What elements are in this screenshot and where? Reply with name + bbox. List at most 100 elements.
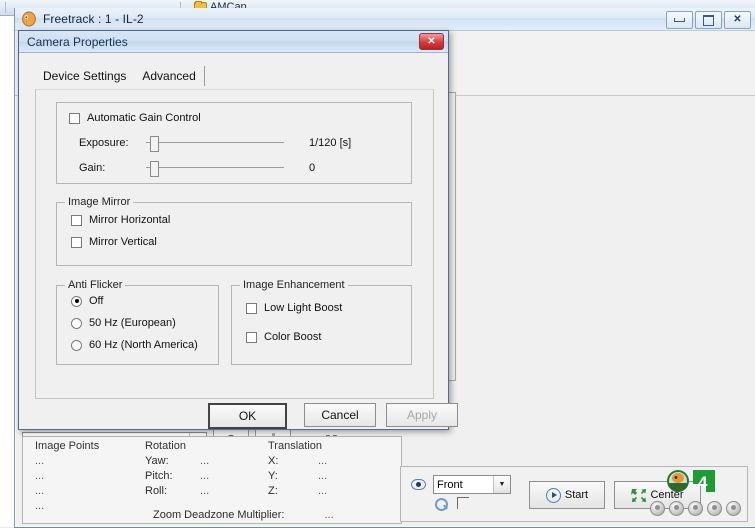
view-select[interactable]: Front ▼	[433, 475, 511, 494]
desktop-background: AMCap Freetrack : 1 - IL-2 ✕ Image Point…	[0, 0, 755, 528]
mirror-vertical-checkbox[interactable]	[71, 236, 82, 248]
auto-gain-label: Automatic Gain Control	[87, 112, 201, 124]
translation-label: Y:	[268, 470, 278, 482]
window-title: Freetrack : 1 - IL-2	[43, 12, 144, 26]
slider-thumb[interactable]	[150, 161, 159, 177]
window-controls: ✕	[666, 11, 751, 29]
play-icon	[545, 487, 561, 503]
translation-value: ...	[318, 470, 328, 482]
chevron-down-icon[interactable]: ▼	[493, 476, 510, 493]
led-indicator-row	[650, 501, 741, 516]
exposure-group: Automatic Gain Control Exposure: 1/120 […	[56, 102, 412, 184]
anti-flicker-50hz-label: 50 Hz (European)	[89, 317, 176, 329]
led-indicator	[650, 501, 665, 516]
ok-button[interactable]: OK	[208, 403, 287, 429]
translation-value: ...	[318, 485, 328, 497]
maximize-icon[interactable]	[695, 11, 722, 29]
column-header: Rotation	[145, 440, 186, 452]
exposure-value: 1/120 [s]	[309, 137, 352, 149]
color-boost-checkbox[interactable]	[246, 331, 257, 343]
tab-device-settings[interactable]: Device Settings	[35, 66, 134, 86]
color-boost-label: Color Boost	[264, 331, 322, 343]
anti-flicker-50hz-radio[interactable]	[71, 317, 82, 329]
apply-button: Apply	[386, 403, 458, 427]
column-header: Translation	[268, 440, 323, 452]
start-button[interactable]: Start	[529, 481, 605, 509]
led-indicator	[726, 501, 741, 516]
low-light-boost-label: Low Light Boost	[264, 302, 343, 314]
rotation-column: Rotation Yaw:... Pitch:... Roll:...	[145, 440, 265, 497]
image-point-value: ...	[35, 455, 45, 467]
window-titlebar[interactable]: Freetrack : 1 - IL-2 ✕	[15, 8, 755, 31]
freetrack-4-logo: 4	[665, 470, 727, 494]
tracking-data-panel: Image Points ... ... ... ... Rotation Ya…	[22, 436, 402, 524]
anti-flicker-50hz-row[interactable]: 50 Hz (European)	[71, 317, 176, 329]
mirror-horizontal-label: Mirror Horizontal	[89, 214, 171, 226]
eye-icon[interactable]	[411, 479, 426, 490]
dialog-tabs: Device Settings Advanced	[19, 61, 448, 86]
translation-column: Translation X:... Y:... Z:...	[268, 440, 388, 497]
view-select-value: Front	[437, 478, 463, 491]
low-light-boost-row[interactable]: Low Light Boost	[246, 302, 342, 314]
dialog-body: Automatic Gain Control Exposure: 1/120 […	[35, 89, 434, 399]
gain-value: 0	[309, 162, 316, 174]
image-point-value: ...	[35, 470, 45, 482]
led-indicator	[669, 501, 684, 516]
cancel-button[interactable]: Cancel	[304, 403, 376, 427]
gain-label: Gain:	[79, 162, 106, 174]
low-light-boost-checkbox[interactable]	[246, 302, 257, 314]
anti-flicker-off-radio[interactable]	[71, 295, 82, 307]
close-icon[interactable]: ✕	[419, 33, 444, 50]
image-enhancement-title: Image Enhancement	[240, 279, 348, 291]
gain-slider[interactable]	[146, 161, 284, 177]
magnifier-icon[interactable]	[435, 498, 448, 511]
crop-marker-icon	[457, 497, 469, 509]
image-enhancement-group: Image Enhancement Low Light Boost Color …	[231, 279, 412, 365]
gain-row: Gain: 0	[79, 161, 316, 177]
freetrack-head-icon	[21, 11, 37, 27]
close-icon[interactable]: ✕	[724, 11, 751, 29]
slider-track	[146, 167, 284, 168]
anti-flicker-60hz-label: 60 Hz (North America)	[89, 339, 198, 351]
mirror-vertical-row[interactable]: Mirror Vertical	[71, 236, 157, 248]
svg-text:4: 4	[698, 473, 708, 492]
anti-flicker-off-label: Off	[89, 295, 104, 307]
column-header: Image Points	[35, 440, 100, 452]
anti-flicker-60hz-radio[interactable]	[71, 339, 82, 351]
rotation-value: ...	[200, 485, 210, 497]
auto-gain-row[interactable]: Automatic Gain Control	[69, 112, 201, 124]
zoom-deadzone-row: Zoom Deadzone Multiplier: ...	[153, 509, 334, 521]
translation-label: Z:	[268, 485, 278, 497]
rotation-value: ...	[200, 455, 210, 467]
color-boost-row[interactable]: Color Boost	[246, 331, 321, 343]
mirror-horizontal-checkbox[interactable]	[71, 214, 82, 226]
minimize-icon[interactable]	[666, 11, 693, 29]
exposure-slider[interactable]	[146, 136, 284, 152]
dialog-titlebar[interactable]: Camera Properties ✕	[19, 31, 448, 53]
anti-flicker-title: Anti Flicker	[65, 279, 126, 291]
rotation-label: Yaw:	[145, 455, 169, 467]
exposure-row: Exposure: 1/120 [s]	[79, 136, 352, 152]
image-point-value: ...	[35, 485, 45, 497]
exposure-label: Exposure:	[79, 137, 129, 149]
translation-value: ...	[318, 455, 328, 467]
anti-flicker-60hz-row[interactable]: 60 Hz (North America)	[71, 339, 198, 351]
zoom-deadzone-value: ...	[324, 509, 334, 521]
led-indicator	[707, 501, 722, 516]
anti-flicker-off-row[interactable]: Off	[71, 295, 103, 307]
led-indicator	[688, 501, 703, 516]
auto-gain-checkbox[interactable]	[69, 112, 80, 124]
anti-flicker-group: Anti Flicker Off 50 Hz (European) 60 Hz …	[56, 279, 219, 365]
slider-thumb[interactable]	[150, 136, 159, 152]
image-mirror-group: Image Mirror Mirror Horizontal Mirror Ve…	[56, 196, 412, 266]
camera-properties-dialog: Camera Properties ✕ Device Settings Adva…	[18, 30, 458, 430]
image-mirror-title: Image Mirror	[65, 196, 134, 208]
start-button-label: Start	[564, 489, 589, 501]
image-point-value: ...	[35, 500, 45, 512]
mirror-horizontal-row[interactable]: Mirror Horizontal	[71, 214, 170, 226]
rotation-label: Roll:	[145, 485, 168, 497]
tab-advanced[interactable]: Advanced	[134, 66, 205, 86]
bottom-control-bar: Front ▼ Start Center 4	[400, 466, 748, 522]
mirror-vertical-label: Mirror Vertical	[89, 236, 157, 248]
image-points-column: Image Points ... ... ... ...	[35, 440, 99, 512]
